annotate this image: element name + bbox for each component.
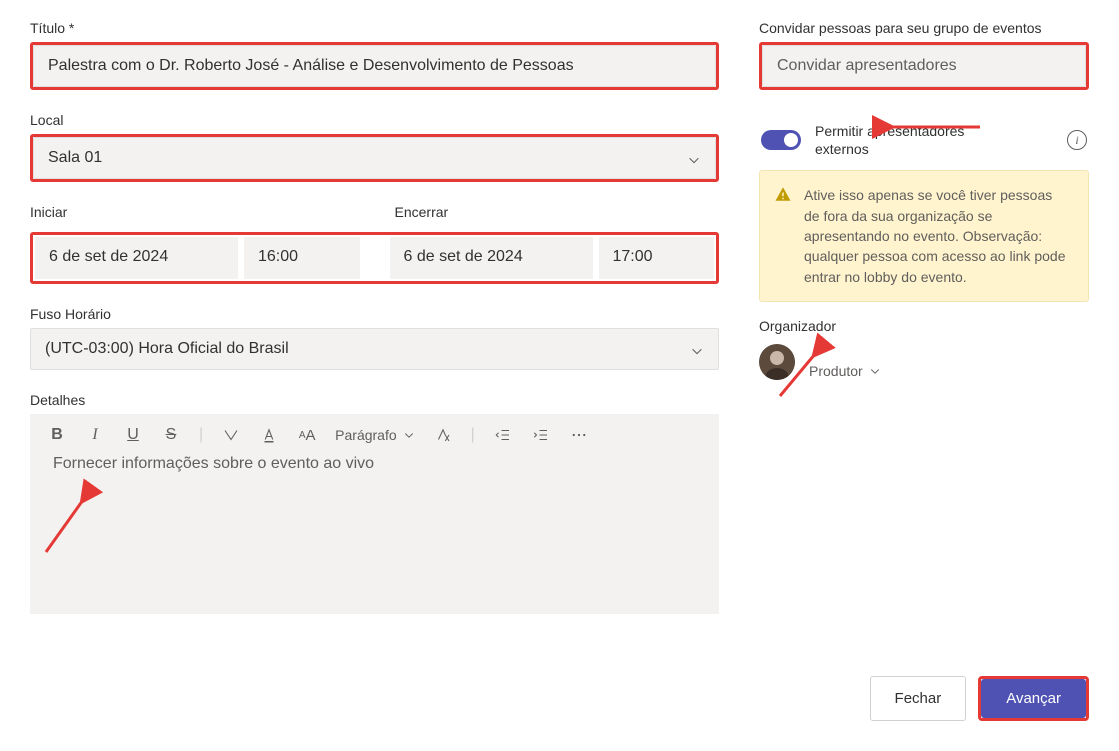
title-input[interactable]: Palestra com o Dr. Roberto José - Anális… xyxy=(33,45,716,87)
details-textarea[interactable]: Fornecer informações sobre o evento ao v… xyxy=(31,455,718,473)
organizer-label: Organizador xyxy=(759,318,1089,334)
underline-icon[interactable]: U xyxy=(123,425,143,445)
clear-format-icon[interactable] xyxy=(433,425,453,445)
location-label: Local xyxy=(30,112,719,128)
invite-presenters-input[interactable]: Convidar apresentadores xyxy=(762,45,1086,87)
paragraph-select[interactable]: Parágrafo xyxy=(335,427,414,443)
font-color-icon[interactable] xyxy=(259,425,279,445)
more-icon[interactable] xyxy=(569,425,589,445)
info-icon[interactable]: i xyxy=(1067,130,1087,150)
organizer-role-label: Produtor xyxy=(809,363,863,379)
divider: | xyxy=(471,426,475,444)
timezone-label: Fuso Horário xyxy=(30,306,719,322)
highlight-icon[interactable] xyxy=(221,425,241,445)
timezone-value: (UTC-03:00) Hora Oficial do Brasil xyxy=(45,337,289,361)
end-date-input[interactable]: 6 de set de 2024 xyxy=(390,237,593,279)
organizer-name xyxy=(809,345,881,363)
location-value: Sala 01 xyxy=(48,146,102,170)
title-label: Título * xyxy=(30,20,719,36)
paragraph-label: Parágrafo xyxy=(335,427,396,443)
timezone-select[interactable]: (UTC-03:00) Hora Oficial do Brasil xyxy=(30,328,719,370)
start-label: Iniciar xyxy=(30,204,355,220)
italic-icon[interactable]: I xyxy=(85,425,105,445)
warning-icon xyxy=(774,185,792,208)
indent-icon[interactable] xyxy=(531,425,551,445)
divider: | xyxy=(199,426,203,444)
warning-text: Ative isso apenas se você tiver pessoas … xyxy=(804,187,1066,284)
strike-icon[interactable]: S xyxy=(161,425,181,445)
chevron-down-icon xyxy=(690,342,704,356)
font-size-icon[interactable]: AA xyxy=(297,425,317,445)
warning-banner: Ative isso apenas se você tiver pessoas … xyxy=(759,170,1089,301)
location-select[interactable]: Sala 01 xyxy=(33,137,716,179)
invite-label: Convidar pessoas para seu grupo de event… xyxy=(759,20,1089,36)
avatar xyxy=(759,344,795,380)
end-label: Encerrar xyxy=(395,204,720,220)
next-button[interactable]: Avançar xyxy=(981,679,1086,718)
organizer-role-select[interactable]: Produtor xyxy=(809,363,881,379)
details-editor[interactable]: B I U S | AA Parágrafo xyxy=(30,414,719,614)
chevron-down-icon xyxy=(687,151,701,165)
outdent-icon[interactable] xyxy=(493,425,513,445)
external-presenters-label: Permitir apresentadores externos xyxy=(815,122,985,158)
external-presenters-toggle[interactable] xyxy=(761,130,801,150)
close-button[interactable]: Fechar xyxy=(870,676,967,721)
start-time-input[interactable]: 16:00 xyxy=(244,237,360,279)
details-label: Detalhes xyxy=(30,392,719,408)
end-time-input[interactable]: 17:00 xyxy=(599,237,715,279)
start-date-input[interactable]: 6 de set de 2024 xyxy=(35,237,238,279)
bold-icon[interactable]: B xyxy=(47,425,67,445)
